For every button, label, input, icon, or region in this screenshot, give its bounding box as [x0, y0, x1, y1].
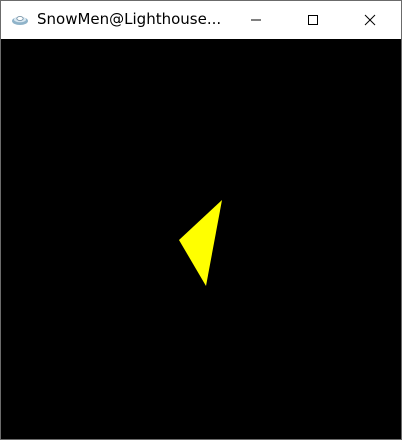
window-title: SnowMen@Lighthouse...: [37, 10, 222, 28]
app-window: SnowMen@Lighthouse...: [0, 0, 402, 440]
render-viewport[interactable]: [1, 39, 401, 439]
minimize-icon: [251, 19, 261, 21]
close-button[interactable]: [347, 1, 393, 39]
close-icon: [364, 14, 376, 26]
maximize-button[interactable]: [290, 1, 336, 39]
yellow-triangle: [179, 200, 222, 286]
scene-svg: [179, 200, 222, 286]
maximize-icon: [308, 15, 318, 25]
app-icon: [11, 12, 29, 26]
title-bar[interactable]: SnowMen@Lighthouse...: [1, 1, 401, 39]
minimize-button[interactable]: [233, 1, 279, 39]
